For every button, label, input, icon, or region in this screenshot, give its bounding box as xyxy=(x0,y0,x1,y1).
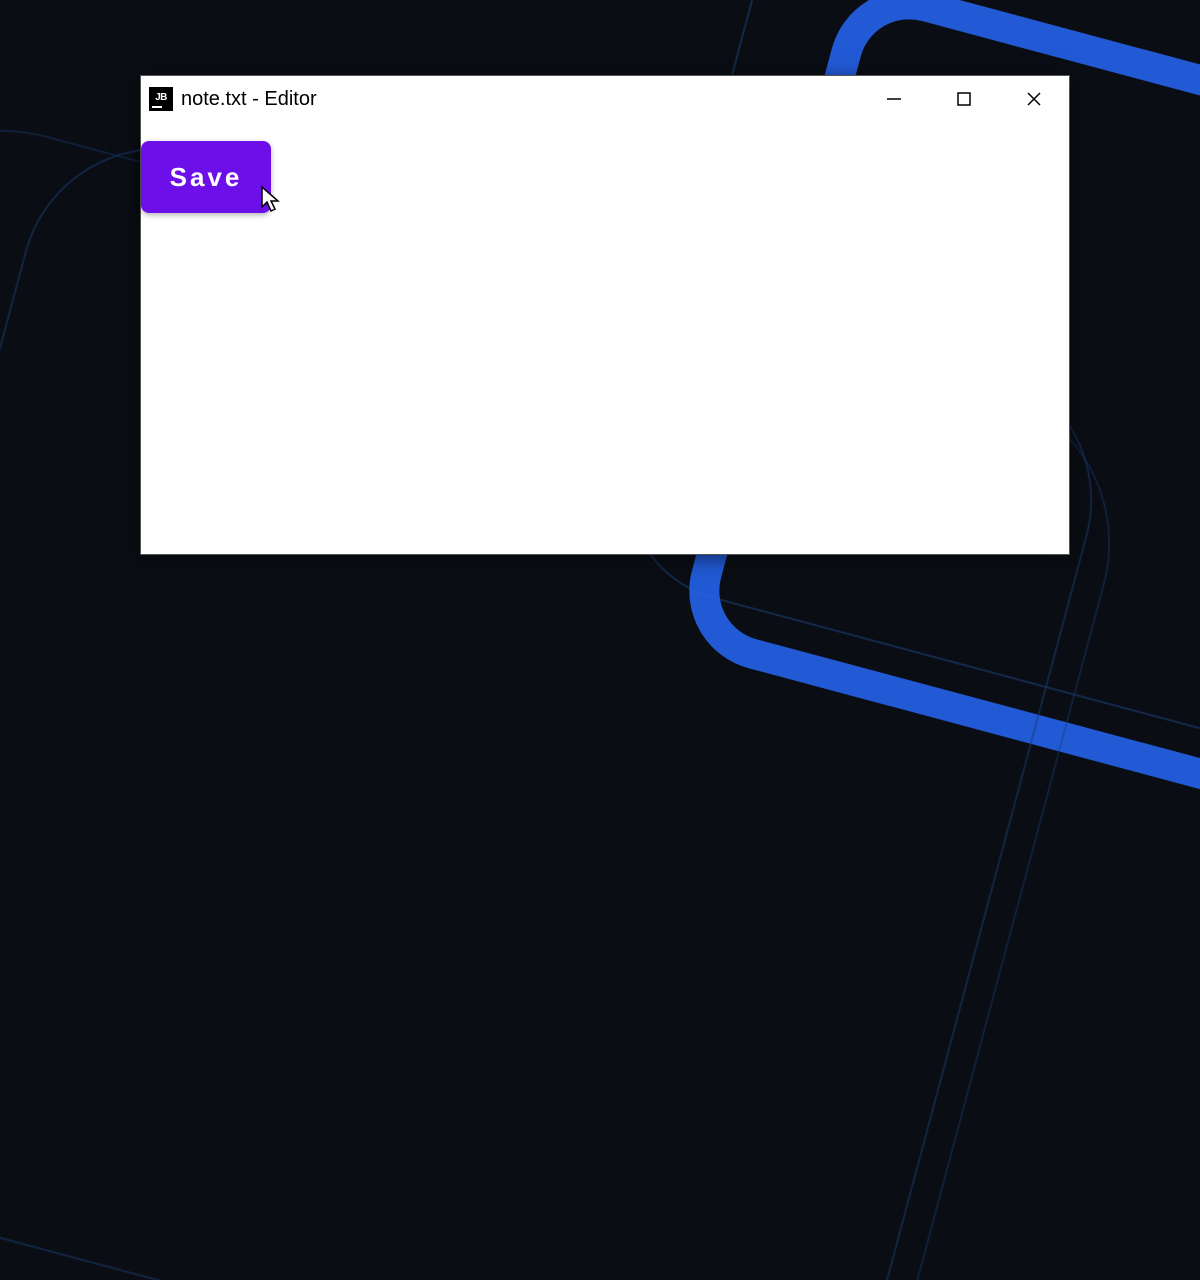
save-button-label: Save xyxy=(170,162,243,193)
minimize-button[interactable] xyxy=(859,76,929,122)
maximize-button[interactable] xyxy=(929,76,999,122)
app-icon-underline xyxy=(152,106,162,108)
editor-window: JB note.txt - Editor Save xyxy=(140,75,1070,555)
close-button[interactable] xyxy=(999,76,1069,122)
app-icon-text: JB xyxy=(155,93,167,103)
window-title: note.txt - Editor xyxy=(181,88,317,111)
save-button[interactable]: Save xyxy=(141,141,271,213)
window-controls xyxy=(859,76,1069,122)
close-icon xyxy=(1026,91,1042,107)
minimize-icon xyxy=(886,91,902,107)
maximize-icon xyxy=(956,91,972,107)
app-icon: JB xyxy=(149,87,173,111)
titlebar-left: JB note.txt - Editor xyxy=(149,87,317,111)
titlebar[interactable]: JB note.txt - Editor xyxy=(141,76,1069,122)
